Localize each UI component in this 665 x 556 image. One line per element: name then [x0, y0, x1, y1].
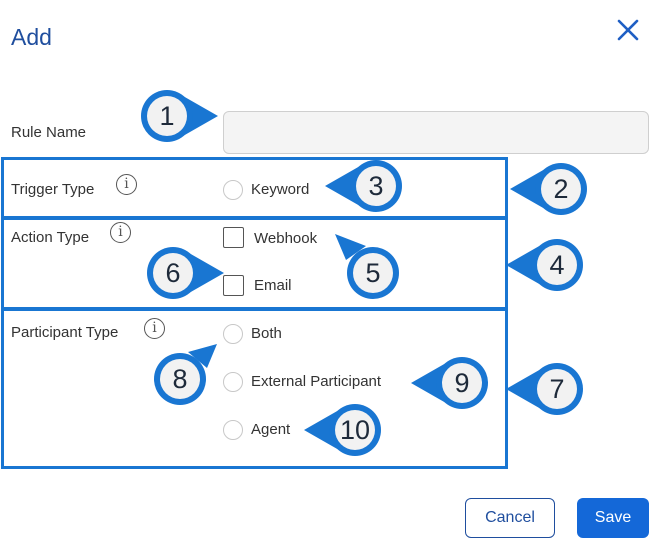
dialog-title: Add	[11, 24, 52, 50]
callout-number: 2	[553, 173, 569, 204]
trigger-type-label: Trigger Type	[11, 181, 95, 198]
close-icon[interactable]	[612, 14, 644, 46]
callout-6: 6	[144, 244, 224, 302]
agent-radio[interactable]	[223, 420, 243, 440]
external-participant-option-label[interactable]: External Participant	[251, 373, 381, 390]
save-button[interactable]: Save	[577, 498, 649, 538]
webhook-option-label[interactable]: Webhook	[254, 230, 317, 247]
keyword-option-label[interactable]: Keyword	[251, 181, 309, 198]
callout-number: 8	[172, 363, 188, 394]
callout-7: 7	[506, 360, 586, 418]
email-option-label[interactable]: Email	[254, 277, 292, 294]
callout-2: 2	[510, 160, 590, 218]
callout-number: 6	[165, 257, 181, 288]
keyword-radio[interactable]	[223, 180, 243, 200]
agent-option-label[interactable]: Agent	[251, 421, 290, 438]
both-radio[interactable]	[223, 324, 243, 344]
callout-number: 1	[159, 100, 175, 131]
external-participant-radio[interactable]	[223, 372, 243, 392]
participant-type-label: Participant Type	[11, 324, 119, 341]
callout-9: 9	[411, 354, 491, 412]
callout-5: 5	[335, 234, 402, 302]
info-icon[interactable]: i	[144, 318, 165, 339]
callout-4: 4	[506, 236, 586, 294]
info-icon[interactable]: i	[116, 174, 137, 195]
webhook-checkbox[interactable]	[223, 227, 244, 248]
callout-number: 10	[339, 414, 371, 445]
callout-8: 8	[151, 344, 217, 408]
callout-number: 4	[549, 249, 565, 280]
callout-3: 3	[325, 157, 405, 215]
cancel-button[interactable]: Cancel	[465, 498, 555, 538]
info-icon[interactable]: i	[110, 222, 131, 243]
callout-10: 10	[304, 401, 384, 459]
both-option-label[interactable]: Both	[251, 325, 282, 342]
callout-number: 5	[365, 257, 381, 288]
email-checkbox[interactable]	[223, 275, 244, 296]
callout-number: 9	[454, 367, 470, 398]
rule-name-label: Rule Name	[11, 124, 87, 141]
callout-1: 1	[138, 87, 218, 145]
callout-number: 7	[549, 373, 565, 404]
callout-number: 3	[368, 170, 384, 201]
rule-name-input[interactable]	[223, 111, 649, 154]
action-type-label: Action Type	[11, 229, 90, 246]
